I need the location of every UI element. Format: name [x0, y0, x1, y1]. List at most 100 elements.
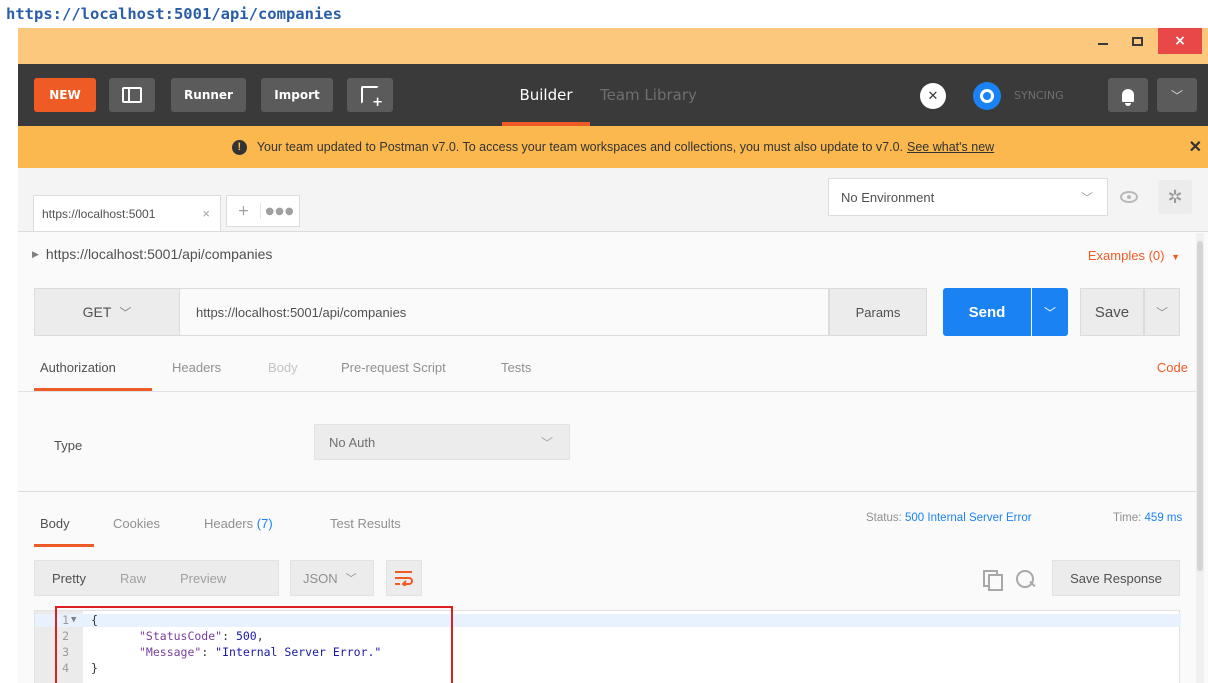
tab-team-library[interactable]: Team Library — [600, 78, 720, 112]
page-caption: https://localhost:5001/api/companies — [6, 5, 342, 23]
close-tab-icon[interactable]: × — [202, 206, 210, 221]
tab-test-results[interactable]: Test Results — [330, 516, 401, 531]
format-selected: JSON — [303, 570, 338, 586]
examples-label: Examples (0) — [1087, 248, 1165, 263]
status-label: Status: — [866, 512, 902, 524]
tab-response-headers[interactable]: Headers (7) — [204, 516, 273, 531]
scrollbar-thumb[interactable] — [1197, 241, 1203, 571]
sync-icon — [973, 82, 1001, 110]
save-button[interactable]: Save — [1080, 288, 1144, 336]
postman-window: × NEW Runner Import Builder Team Library… — [18, 28, 1208, 683]
response-time: Time: 459 ms — [1113, 512, 1182, 524]
response-format-select[interactable]: JSON ﹀ — [290, 560, 374, 596]
tab-cookies[interactable]: Cookies — [113, 516, 160, 531]
request-section-tabs: Authorization Headers Body Pre-request S… — [18, 350, 1196, 392]
copy-icon[interactable] — [980, 568, 1003, 591]
import-button[interactable]: Import — [261, 78, 333, 112]
maximize-button[interactable] — [1122, 28, 1152, 54]
request-breadcrumb[interactable]: ▶ https://localhost:5001/api/companies — [32, 246, 272, 262]
params-button[interactable]: Params — [829, 288, 927, 336]
tab-body[interactable]: Body — [268, 360, 298, 375]
account-menu-button[interactable]: ﹀ — [1157, 78, 1197, 112]
chevron-down-icon: ﹀ — [119, 305, 132, 320]
json-comma: , — [256, 629, 264, 643]
code-text: } — [91, 661, 98, 675]
view-raw[interactable]: Raw — [103, 571, 163, 586]
tab-tests[interactable]: Tests — [501, 360, 531, 375]
toggle-sidebar-button[interactable] — [109, 78, 155, 112]
fold-caret-icon[interactable]: ▼ — [71, 614, 81, 627]
send-options-button[interactable]: ﹀ — [1032, 288, 1068, 336]
caret-down-icon: ▼ — [1171, 252, 1180, 262]
code-line: 3 "Message": "Internal Server Error." — [35, 646, 1181, 659]
auth-type-label: Type — [54, 438, 83, 453]
whats-new-link[interactable]: See what's new — [907, 140, 994, 154]
json-key: "Message" — [139, 645, 202, 659]
response-headers-label: Headers — [204, 516, 254, 531]
runner-button[interactable]: Runner — [171, 78, 246, 112]
time-value[interactable]: 459 ms — [1145, 512, 1183, 524]
sync-status-button[interactable] — [973, 82, 1003, 110]
code-line: 2 "StatusCode": 500, — [35, 630, 1181, 643]
tab-response-body[interactable]: Body — [40, 516, 70, 531]
request-tab[interactable]: https://localhost:5001 × — [33, 195, 221, 231]
title-bar: × — [18, 28, 1208, 64]
environment-quick-look-button[interactable] — [1114, 180, 1144, 214]
examples-dropdown[interactable]: Examples (0) ▼ — [1088, 248, 1180, 263]
info-icon: ! — [231, 139, 247, 155]
view-pretty[interactable]: Pretty — [35, 571, 103, 586]
code-text: "Message": "Internal Server Error." — [139, 646, 381, 659]
line-number: 1 — [62, 613, 69, 627]
chevron-down-icon: ﹀ — [1080, 190, 1093, 205]
response-status: Status: 500 Internal Server Error — [866, 512, 1032, 524]
json-key: "StatusCode" — [139, 629, 223, 643]
response-headers-count: (7) — [256, 516, 273, 531]
chevron-down-icon: ﹀ — [345, 573, 357, 585]
save-options-button[interactable]: ﹀ — [1144, 288, 1180, 336]
new-window-icon — [361, 86, 383, 110]
view-preview[interactable]: Preview — [163, 571, 243, 586]
auth-type-selected: No Auth — [329, 434, 376, 450]
new-window-button[interactable] — [347, 78, 393, 112]
tab-actions: + ●●● — [226, 195, 300, 227]
active-tab-indicator — [34, 388, 152, 391]
notifications-button[interactable] — [1108, 78, 1148, 112]
status-value[interactable]: 500 Internal Server Error — [905, 512, 1032, 524]
search-icon[interactable] — [1014, 568, 1036, 590]
save-response-button[interactable]: Save Response — [1052, 560, 1180, 596]
tab-prerequest-script[interactable]: Pre-request Script — [341, 360, 446, 375]
add-tab-button[interactable]: + — [227, 203, 261, 219]
interceptor-button[interactable]: ✕ — [918, 82, 948, 110]
line-number: 3 — [62, 645, 69, 659]
satellite-icon: ✕ — [920, 83, 946, 109]
method-select[interactable]: GET ﹀ — [34, 288, 179, 336]
more-tabs-button[interactable]: ●●● — [261, 206, 299, 217]
minimize-button[interactable] — [1088, 28, 1118, 54]
json-value: 500 — [235, 629, 257, 643]
url-input[interactable] — [179, 288, 829, 336]
wrap-lines-button[interactable] — [386, 560, 422, 596]
tab-builder[interactable]: Builder — [502, 78, 590, 112]
code-text: { — [91, 613, 98, 627]
close-window-button[interactable]: × — [1158, 28, 1202, 54]
response-body-editor[interactable]: 1 ▼ { 2 "StatusCode": 500, 3 "Message": … — [34, 610, 1181, 683]
time-label: Time: — [1113, 512, 1142, 524]
maximize-icon — [1131, 36, 1143, 46]
line-number: 2 — [62, 629, 69, 643]
minimize-icon — [1098, 43, 1108, 45]
banner-close-icon[interactable]: ✕ — [1189, 137, 1202, 157]
send-button[interactable]: Send — [943, 288, 1031, 336]
request-response-divider[interactable] — [18, 491, 1196, 492]
tab-headers[interactable]: Headers — [172, 360, 221, 375]
environment-selected: No Environment — [841, 189, 935, 205]
new-button[interactable]: NEW — [34, 78, 96, 112]
vertical-scrollbar[interactable] — [1196, 233, 1204, 683]
bell-icon — [1122, 88, 1134, 106]
tab-authorization[interactable]: Authorization — [40, 360, 116, 375]
auth-type-select[interactable]: No Auth ﹀ — [314, 424, 570, 460]
code-link[interactable]: Code — [1157, 360, 1188, 375]
json-separator: : — [222, 629, 236, 643]
environment-select[interactable]: No Environment ﹀ — [828, 178, 1108, 216]
request-tab-label: https://localhost:5001 — [42, 206, 156, 221]
manage-environments-button[interactable]: ✲ — [1158, 180, 1192, 214]
